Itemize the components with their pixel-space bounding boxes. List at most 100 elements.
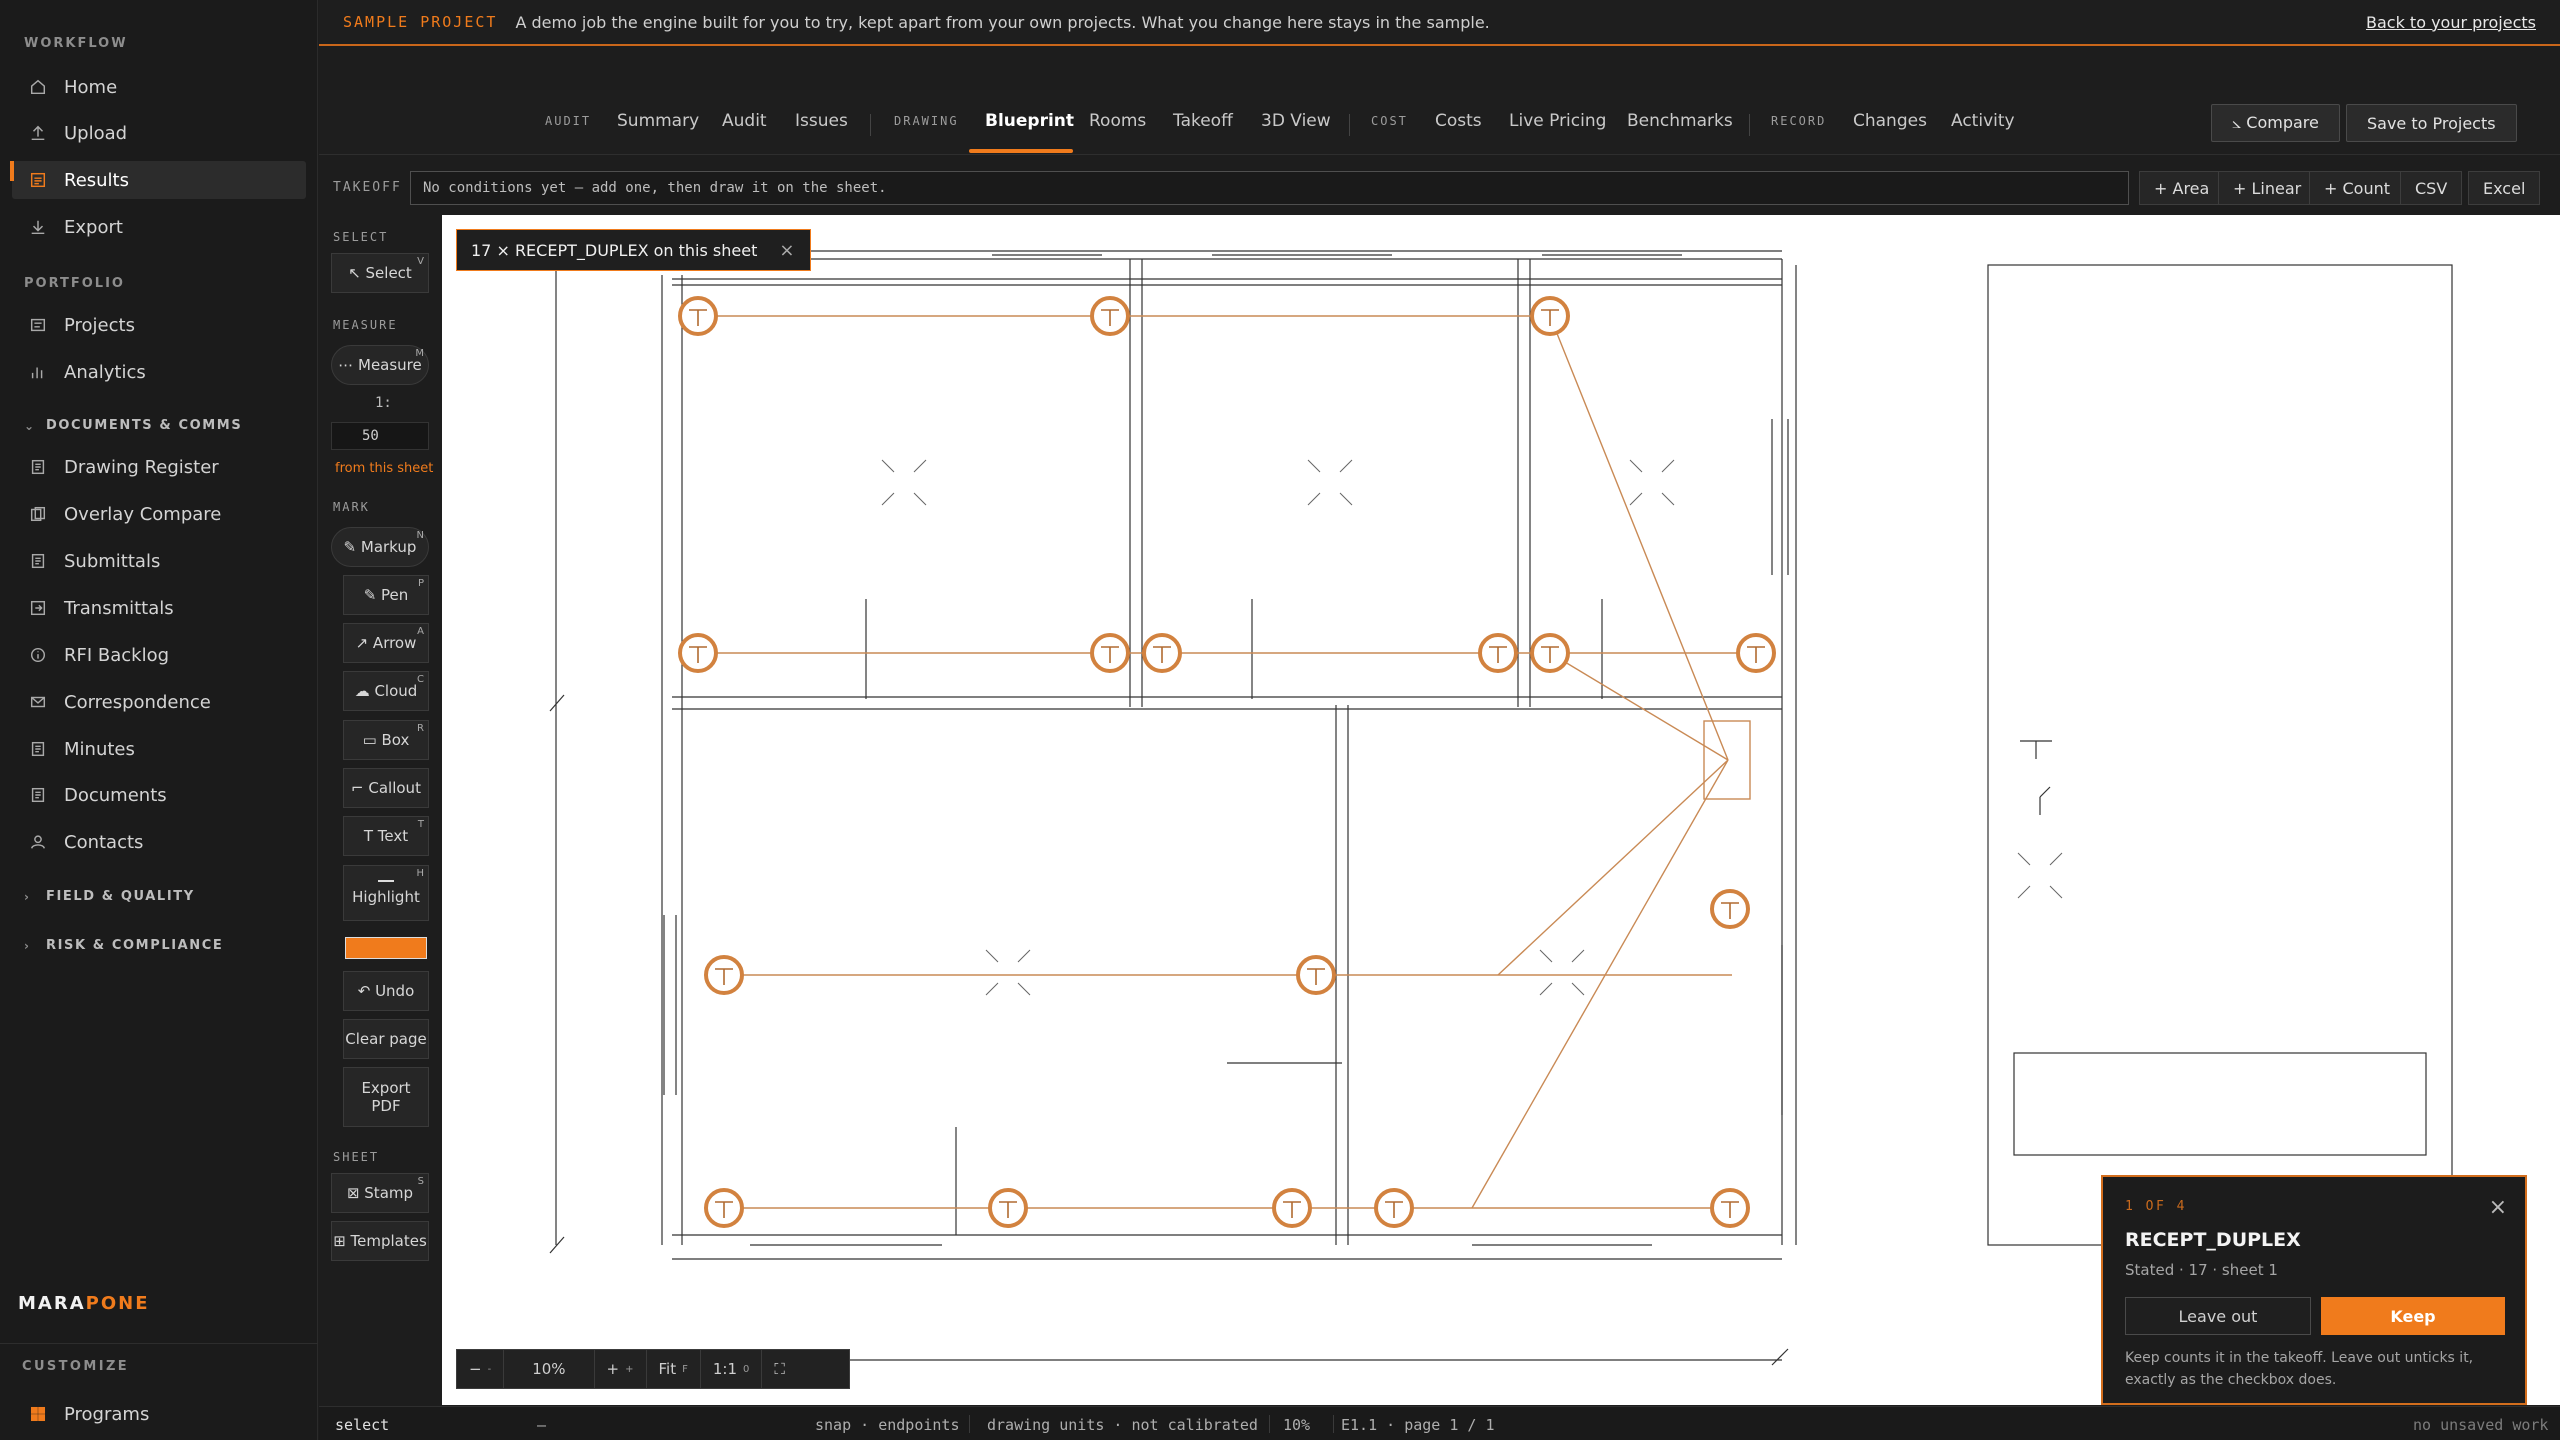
- sidebar-item-label: Overlay Compare: [64, 503, 222, 525]
- shortcut-key: H: [416, 868, 424, 879]
- export-excel-button[interactable]: Excel: [2468, 171, 2541, 205]
- tab-benchmarks[interactable]: Benchmarks: [1627, 111, 1733, 131]
- leave-out-button[interactable]: Leave out: [2125, 1297, 2311, 1335]
- close-icon[interactable]: ×: [2489, 1195, 2507, 1220]
- chevron-right-icon: ›: [24, 938, 31, 953]
- stamp-tool-button[interactable]: ⊠ Stamp S: [331, 1173, 429, 1213]
- sidebar-item-programs[interactable]: Programs: [12, 1395, 306, 1433]
- tool-label: ↖ Select: [348, 264, 412, 282]
- add-linear-button[interactable]: + Linear: [2218, 171, 2317, 205]
- tab-summary[interactable]: Summary: [617, 111, 699, 131]
- keep-button[interactable]: Keep: [2321, 1297, 2505, 1335]
- fit-label: Fit: [658, 1360, 677, 1378]
- sidebar-item-rfi-backlog[interactable]: RFI Backlog: [12, 636, 306, 674]
- tab-rooms[interactable]: Rooms: [1089, 111, 1146, 131]
- nav-separator: [1349, 114, 1350, 136]
- templates-button[interactable]: ⊞ Templates: [331, 1221, 429, 1261]
- add-area-button[interactable]: + Area: [2139, 171, 2225, 205]
- status-separator: [1269, 1415, 1270, 1433]
- export-csv-button[interactable]: CSV: [2400, 171, 2463, 205]
- tool-label: Highlight: [352, 888, 420, 906]
- field-quality-group[interactable]: › FIELD & QUALITY: [24, 889, 195, 904]
- nav-group-cost: COST: [1371, 114, 1408, 128]
- sidebar-item-transmittals[interactable]: Transmittals: [12, 589, 306, 627]
- tab-changes[interactable]: Changes: [1853, 111, 1927, 131]
- sidebar-item-overlay-compare[interactable]: Overlay Compare: [12, 495, 306, 533]
- tool-label: ⌐ Callout: [351, 779, 421, 797]
- compare-button[interactable]: ⦣ Compare: [2211, 104, 2340, 142]
- tab-3d-view[interactable]: 3D View: [1261, 111, 1331, 131]
- tool-label: Clear page: [345, 1030, 427, 1048]
- results-icon: [28, 170, 48, 190]
- tab-live-pricing[interactable]: Live Pricing: [1509, 111, 1606, 131]
- nav-separator: [1749, 114, 1750, 136]
- zoom-out-button[interactable]: − -: [457, 1350, 505, 1388]
- fit-button[interactable]: Fit F: [647, 1350, 701, 1388]
- sidebar-item-upload[interactable]: Upload: [12, 114, 306, 152]
- tab-blueprint[interactable]: Blueprint: [985, 111, 1074, 131]
- cloud-tool-button[interactable]: ☁ Cloud C: [343, 671, 429, 711]
- sidebar-item-export[interactable]: Export: [12, 208, 306, 246]
- add-count-button[interactable]: + Count: [2309, 171, 2406, 205]
- tab-audit[interactable]: Audit: [722, 111, 767, 131]
- document-icon: [28, 551, 48, 571]
- tab-issues[interactable]: Issues: [795, 111, 848, 131]
- zoom-toolbar: − - 10% + + Fit F 1:1 0 ⛶: [456, 1349, 850, 1389]
- markup-color-swatch[interactable]: [345, 937, 427, 959]
- tab-takeoff[interactable]: Takeoff: [1173, 111, 1233, 131]
- arrow-tool-button[interactable]: ↗ Arrow A: [343, 623, 429, 663]
- pen-tool-button[interactable]: ✎ Pen P: [343, 575, 429, 615]
- box-tool-button[interactable]: ▭ Box R: [343, 720, 429, 760]
- shortcut-key: A: [417, 626, 424, 637]
- shortcut-key: F: [682, 1363, 688, 1375]
- sidebar-item-label: Minutes: [64, 738, 135, 760]
- sidebar-item-minutes[interactable]: Minutes: [12, 730, 306, 768]
- sidebar-item-projects[interactable]: Projects: [12, 306, 306, 344]
- sidebar-item-analytics[interactable]: Analytics: [12, 353, 306, 391]
- clear-page-button[interactable]: Clear page: [343, 1019, 429, 1059]
- actual-size-button[interactable]: 1:1 0: [701, 1350, 763, 1388]
- shortcut-key: -: [487, 1363, 492, 1375]
- tab-activity[interactable]: Activity: [1951, 111, 2015, 131]
- status-sheet: E1.1 · page 1 / 1: [1341, 1416, 1495, 1434]
- tool-label: ↗ Arrow: [355, 634, 417, 652]
- undo-button[interactable]: ↶ Undo: [343, 971, 429, 1011]
- circuit-lines: [698, 315, 1756, 1209]
- document-icon: [28, 785, 48, 805]
- shortcut-key: V: [417, 256, 424, 267]
- callout-tool-button[interactable]: ⌐ Callout: [343, 768, 429, 808]
- takeoff-conditions-field[interactable]: No conditions yet — add one, then draw i…: [410, 171, 2129, 205]
- count-summary-chip[interactable]: 17 × RECEPT_DUPLEX on this sheet ×: [456, 229, 812, 271]
- select-tool-button[interactable]: ↖ Select V: [331, 253, 429, 293]
- risk-compliance-group[interactable]: › RISK & COMPLIANCE: [24, 938, 223, 953]
- review-help-text: Keep counts it in the takeoff. Leave out…: [2125, 1350, 2474, 1388]
- tab-costs[interactable]: Costs: [1435, 111, 1482, 131]
- banner-text: A demo job the engine built for you to t…: [515, 12, 1490, 32]
- sidebar-item-label: RFI Backlog: [64, 644, 170, 666]
- sidebar-item-contacts[interactable]: Contacts: [12, 823, 306, 861]
- fullscreen-button[interactable]: ⛶: [762, 1350, 797, 1388]
- zoom-in-button[interactable]: + +: [595, 1350, 647, 1388]
- back-to-projects-link[interactable]: Back to your projects: [2366, 13, 2536, 32]
- documents-comms-group[interactable]: ⌄ DOCUMENTS & COMMS: [24, 418, 242, 433]
- markup-tool-button[interactable]: ✎ Markup N: [331, 527, 429, 567]
- sidebar-item-drawing-register[interactable]: Drawing Register: [12, 448, 306, 486]
- save-to-projects-button[interactable]: Save to Projects: [2346, 104, 2517, 142]
- sidebar-item-documents[interactable]: Documents: [12, 776, 306, 814]
- zoom-level-value: 10%: [532, 1360, 566, 1378]
- highlight-tool-button[interactable]: Highlight H: [343, 865, 429, 921]
- sidebar-item-correspondence[interactable]: Correspondence: [12, 683, 306, 721]
- export-pdf-button[interactable]: Export PDF: [343, 1067, 429, 1127]
- scale-input[interactable]: 50: [331, 422, 429, 450]
- measure-tool-button[interactable]: ⋯ Measure M: [331, 345, 429, 385]
- close-icon[interactable]: ×: [779, 240, 794, 261]
- projects-icon: [28, 315, 48, 335]
- text-tool-button[interactable]: T Text T: [343, 816, 429, 856]
- sidebar-item-submittals[interactable]: Submittals: [12, 542, 306, 580]
- sidebar-item-home[interactable]: Home: [12, 68, 306, 106]
- sidebar-item-results[interactable]: Results: [10, 161, 306, 199]
- shortcut-key: P: [417, 578, 424, 589]
- sidebar-item-label: Results: [64, 169, 129, 191]
- zoom-level: 10%: [504, 1350, 595, 1388]
- status-dash: —: [537, 1416, 547, 1434]
